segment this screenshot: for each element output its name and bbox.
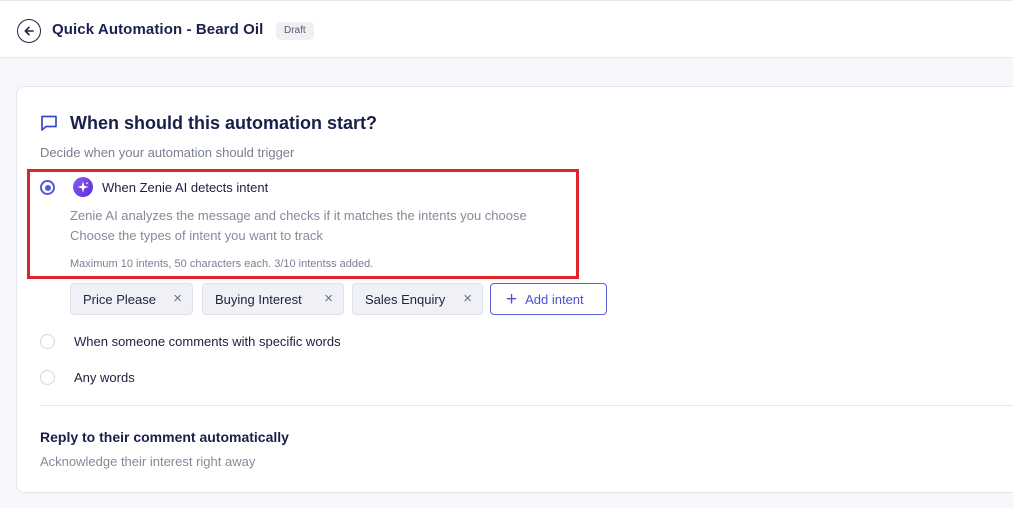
status-badge: Draft [276,22,314,40]
section-subtitle: Decide when your automation should trigg… [40,145,295,160]
reply-section-subtitle: Acknowledge their interest right away [40,454,256,469]
close-icon[interactable]: × [173,290,182,307]
sparkle-icon [73,177,93,197]
option-label-any-words[interactable]: Any words [74,370,135,385]
intent-chip-label: Price Please [83,291,156,307]
close-icon[interactable]: × [463,290,472,307]
radio-ai-intent[interactable] [40,180,55,195]
back-button[interactable] [17,19,41,43]
intent-chip: Buying Interest × [202,283,344,315]
intent-chip: Price Please × [70,283,193,315]
chat-bubble-icon [41,115,57,131]
intent-chip: Sales Enquiry × [352,283,483,315]
automation-card: When should this automation start? Decid… [16,86,1013,493]
page-title: Quick Automation - Beard Oil [52,21,264,38]
intent-chip-label: Sales Enquiry [365,291,446,307]
add-intent-button[interactable]: + Add intent [490,283,607,315]
option-label-specific-words[interactable]: When someone comments with specific word… [74,334,341,349]
close-icon[interactable]: × [324,290,333,307]
radio-specific-words[interactable] [40,334,55,349]
plus-icon: + [506,288,518,310]
option-label-ai-intent[interactable]: When Zenie AI detects intent [102,180,268,195]
add-intent-label: Add intent [525,291,584,307]
ai-instruction: Choose the types of intent you want to t… [70,228,323,243]
intent-chip-label: Buying Interest [215,291,302,307]
top-bar: Quick Automation - Beard Oil Draft [0,0,1013,58]
divider [40,405,1013,406]
radio-any-words[interactable] [40,370,55,385]
ai-description: Zenie AI analyzes the message and checks… [70,208,527,223]
reply-section-title: Reply to their comment automatically [40,429,289,445]
section-title: When should this automation start? [70,113,377,133]
arrow-left-icon [24,26,34,36]
intent-limit-note: Maximum 10 intents, 50 characters each. … [70,258,374,270]
